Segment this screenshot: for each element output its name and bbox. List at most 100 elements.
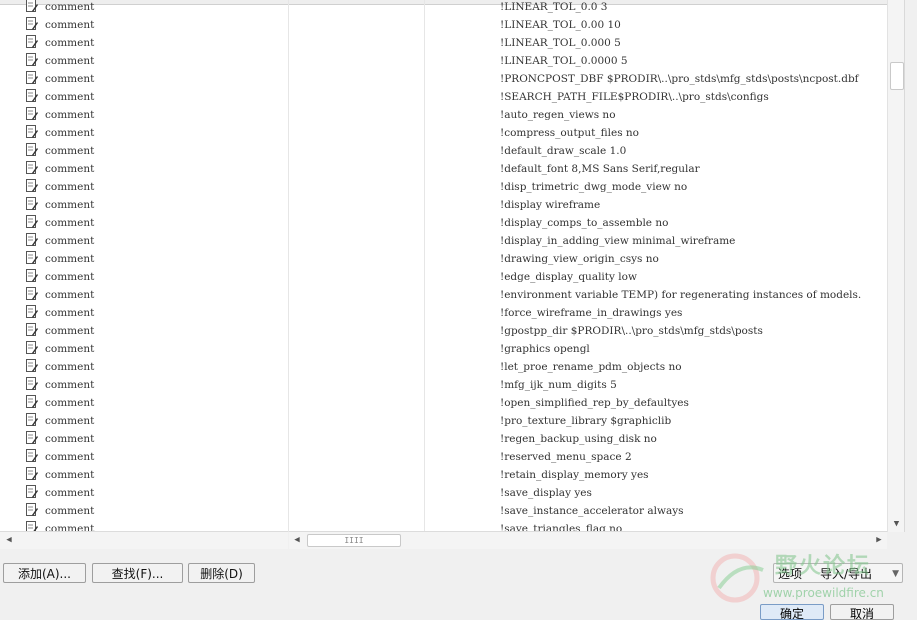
table-row[interactable]: comment !edge_display_quality low xyxy=(0,269,887,287)
cancel-button[interactable]: 取消 xyxy=(830,604,894,620)
row-type: comment xyxy=(45,109,95,121)
document-pencil-icon xyxy=(26,269,38,282)
table-row[interactable]: comment !LINEAR_TOL_0.000 5 xyxy=(0,35,887,53)
chevron-down-icon[interactable]: ▼ xyxy=(888,516,904,532)
row-value: !LINEAR_TOL_0.0000 5 xyxy=(500,55,628,67)
delete-button[interactable]: 删除(D) xyxy=(188,563,255,583)
row-type: comment xyxy=(45,379,95,391)
row-type: comment xyxy=(45,199,95,211)
row-value: !compress_output_files no xyxy=(500,127,640,139)
vertical-scrollbar[interactable]: ▼ xyxy=(887,0,904,532)
table-row[interactable]: comment !retain_display_memory yes xyxy=(0,467,887,485)
document-pencil-icon xyxy=(26,107,38,120)
row-value: !PRONCPOST_DBF $PRODIR\..\pro_stds\mfg_s… xyxy=(500,73,859,85)
row-type: comment xyxy=(45,19,95,31)
table-row[interactable]: comment !save_instance_accelerator always xyxy=(0,503,887,521)
row-value: !environment variable TEMP) for regenera… xyxy=(500,289,862,301)
document-pencil-icon xyxy=(26,305,38,318)
table-row[interactable]: comment !force_wireframe_in_drawings yes xyxy=(0,305,887,323)
row-type: comment xyxy=(45,271,95,283)
table-row[interactable]: comment !open_simplified_rep_by_defaultye… xyxy=(0,395,887,413)
table-row[interactable]: comment !environment variable TEMP) for r… xyxy=(0,287,887,305)
table-row[interactable]: comment !regen_backup_using_disk no xyxy=(0,431,887,449)
config-options-table: comment !LINEAR_TOL_0.0 3 comment !LINEAR_T… xyxy=(0,0,905,532)
table-row[interactable]: comment !default_font 8,MS Sans Serif,reg… xyxy=(0,161,887,179)
row-value: !LINEAR_TOL_0.0 3 xyxy=(500,1,608,13)
row-value: !open_simplified_rep_by_defaultyes xyxy=(500,397,689,409)
row-value: !drawing_view_origin_csys no xyxy=(500,253,659,265)
table-row[interactable]: comment !LINEAR_TOL_0.0000 5 xyxy=(0,53,887,71)
document-pencil-icon xyxy=(26,503,38,516)
chevron-left-icon[interactable]: ◀ xyxy=(2,532,16,548)
row-value: !graphics opengl xyxy=(500,343,590,355)
document-pencil-icon xyxy=(26,359,38,372)
row-value: !pro_texture_library $graphiclib xyxy=(500,415,672,427)
document-pencil-icon xyxy=(26,17,38,30)
row-value: !default_draw_scale 1.0 xyxy=(500,145,627,157)
horizontal-scroll-thumb[interactable]: IIII xyxy=(307,534,401,547)
row-type: comment xyxy=(45,433,95,445)
row-type: comment xyxy=(45,127,95,139)
table-row[interactable]: comment !pro_texture_library $graphiclib xyxy=(0,413,887,431)
row-type: comment xyxy=(45,343,95,355)
document-pencil-icon xyxy=(26,197,38,210)
document-pencil-icon xyxy=(26,0,38,12)
table-row[interactable]: comment !graphics opengl xyxy=(0,341,887,359)
row-type: comment xyxy=(45,253,95,265)
ok-button[interactable]: 确定 xyxy=(760,604,824,620)
row-type: comment xyxy=(45,235,95,247)
chevron-left-icon[interactable]: ◀ xyxy=(290,532,304,548)
table-row[interactable]: comment !auto_regen_views no xyxy=(0,107,887,125)
row-type: comment xyxy=(45,163,95,175)
table-row[interactable]: comment !gpostpp_dir $PRODIR\..\pro_stds\… xyxy=(0,323,887,341)
table-row[interactable]: comment !LINEAR_TOL_0.00 10 xyxy=(0,17,887,35)
document-pencil-icon xyxy=(26,143,38,156)
row-type: comment xyxy=(45,415,95,427)
document-pencil-icon xyxy=(26,323,38,336)
row-type: comment xyxy=(45,1,95,13)
table-row[interactable]: comment !compress_output_files no xyxy=(0,125,887,143)
table-row[interactable]: comment !SEARCH_PATH_FILE$PRODIR\..\pro_s… xyxy=(0,89,887,107)
table-row[interactable]: comment !mfg_ijk_num_digits 5 xyxy=(0,377,887,395)
row-value: !regen_backup_using_disk no xyxy=(500,433,657,445)
document-pencil-icon xyxy=(26,485,38,498)
row-value: !LINEAR_TOL_0.000 5 xyxy=(500,37,621,49)
document-pencil-icon xyxy=(26,287,38,300)
table-row[interactable]: comment !PRONCPOST_DBF $PRODIR\..\pro_std… xyxy=(0,71,887,89)
find-button[interactable]: 查找(F)... xyxy=(92,563,183,583)
import-export-label: 导入/导出 xyxy=(820,567,873,581)
table-row[interactable]: comment !default_draw_scale 1.0 xyxy=(0,143,887,161)
row-value: !default_font 8,MS Sans Serif,regular xyxy=(500,163,700,175)
table-row[interactable]: comment !display_comps_to_assemble no xyxy=(0,215,887,233)
vertical-scroll-thumb[interactable] xyxy=(890,62,904,90)
table-row[interactable]: comment !display_in_adding_view minimal_w… xyxy=(0,233,887,251)
row-value: !SEARCH_PATH_FILE$PRODIR\..\pro_stds\con… xyxy=(500,91,769,103)
table-row[interactable]: comment !drawing_view_origin_csys no xyxy=(0,251,887,269)
add-button[interactable]: 添加(A)... xyxy=(3,563,86,583)
table-row[interactable]: comment !save_display yes xyxy=(0,485,887,503)
row-value: !display_comps_to_assemble no xyxy=(500,217,669,229)
chevron-right-icon[interactable]: ▶ xyxy=(872,532,886,548)
row-type: comment xyxy=(45,73,95,85)
options-dropdown[interactable]: 选项 导入/导出 ▼ xyxy=(773,563,903,583)
row-type: comment xyxy=(45,361,95,373)
row-type: comment xyxy=(45,307,95,319)
horizontal-scrollbar-right[interactable]: ◀ IIII ▶ xyxy=(289,531,887,549)
row-value: !gpostpp_dir $PRODIR\..\pro_stds\mfg_std… xyxy=(500,325,763,337)
document-pencil-icon xyxy=(26,467,38,480)
row-type: comment xyxy=(45,469,95,481)
horizontal-scrollbar-left[interactable]: ◀ xyxy=(0,531,288,549)
table-row[interactable]: comment !display wireframe xyxy=(0,197,887,215)
document-pencil-icon xyxy=(26,161,38,174)
row-value: !display wireframe xyxy=(500,199,601,211)
row-value: !LINEAR_TOL_0.00 10 xyxy=(500,19,621,31)
table-row[interactable]: comment !disp_trimetric_dwg_mode_view no xyxy=(0,179,887,197)
options-label: 选项 xyxy=(778,567,803,581)
table-row[interactable]: comment !reserved_menu_space 2 xyxy=(0,449,887,467)
row-type: comment xyxy=(45,217,95,229)
row-type: comment xyxy=(45,181,95,193)
table-row[interactable]: comment !LINEAR_TOL_0.0 3 xyxy=(0,0,887,17)
table-row[interactable]: comment !let_proe_rename_pdm_objects no xyxy=(0,359,887,377)
document-pencil-icon xyxy=(26,413,38,426)
row-type: comment xyxy=(45,55,95,67)
